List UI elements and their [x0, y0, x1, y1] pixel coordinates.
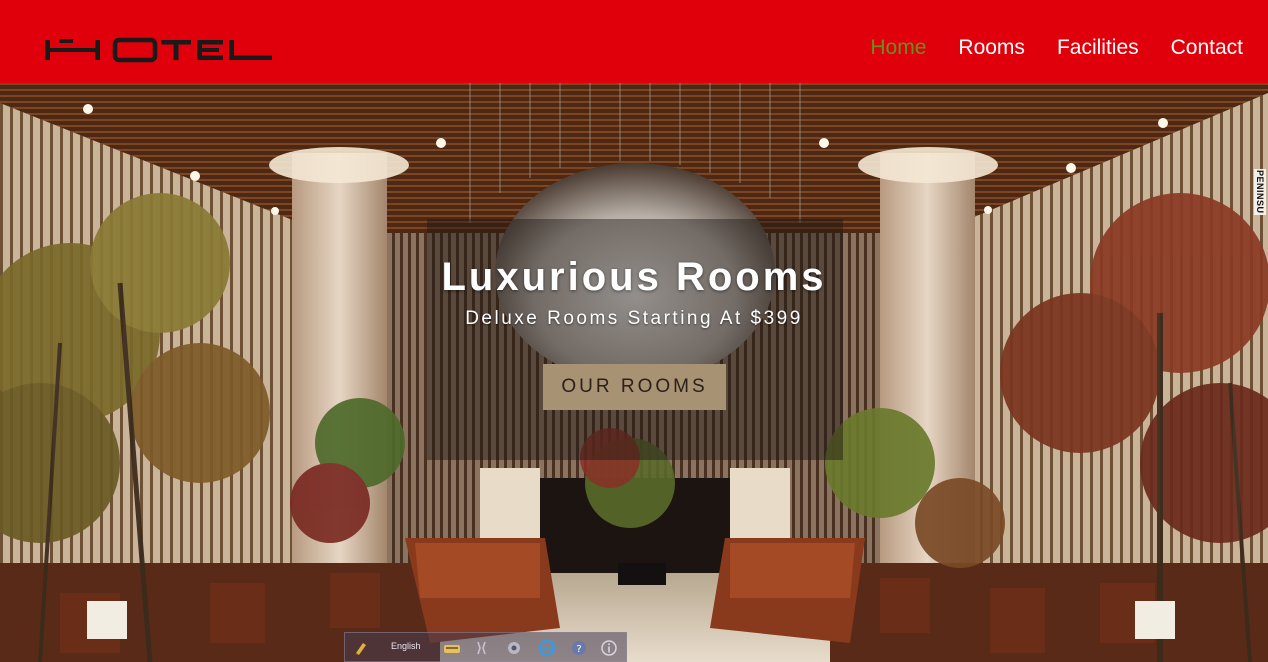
our-rooms-button[interactable]: OUR ROOMS [543, 364, 726, 410]
hero-subtitle: Deluxe Rooms Starting At $399 [465, 308, 803, 329]
nav-home[interactable]: Home [870, 34, 926, 62]
browser-icon[interactable] [538, 639, 556, 657]
pen-icon[interactable] [353, 639, 371, 657]
nav-rooms[interactable]: Rooms [958, 34, 1025, 62]
hero-title: Luxurious Rooms [441, 255, 827, 299]
svg-text:?: ? [576, 644, 581, 655]
nav-facilities[interactable]: Facilities [1057, 34, 1139, 62]
gear-icon[interactable] [505, 639, 523, 657]
language-label[interactable]: English [391, 641, 421, 651]
tools-icon[interactable] [473, 639, 491, 657]
help-icon[interactable]: ? [570, 639, 588, 657]
image-watermark: PENINSU [1254, 169, 1266, 215]
language-widget-bar: English ? [344, 632, 627, 662]
nav-contact[interactable]: Contact [1171, 34, 1243, 62]
main-nav: Home Rooms Facilities Contact [838, 34, 1243, 62]
keyboard-icon[interactable] [443, 639, 461, 657]
hotel-logo[interactable] [45, 36, 275, 64]
info-icon[interactable] [600, 639, 618, 657]
site-header: Home Rooms Facilities Contact [0, 0, 1268, 83]
